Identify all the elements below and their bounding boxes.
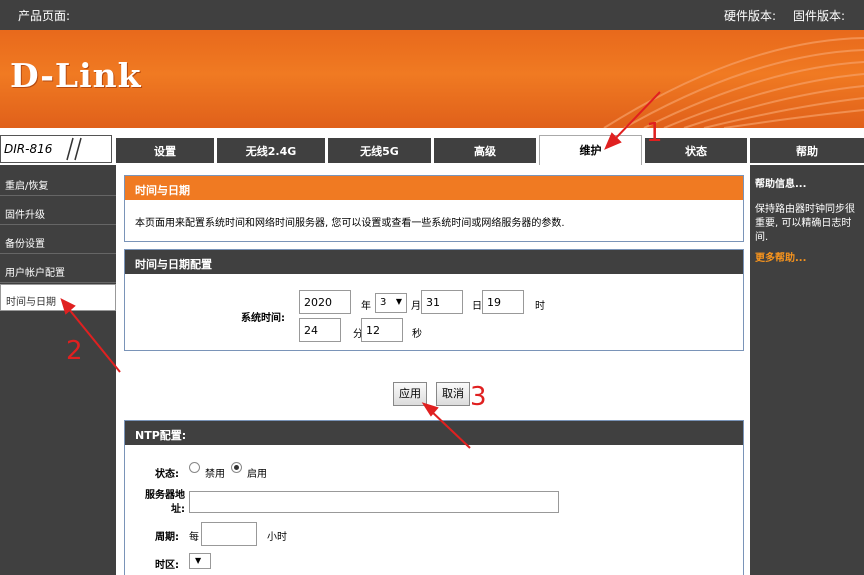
annotation-1: 1 — [646, 118, 663, 148]
top-bar: 产品页面: 硬件版本: 固件版本: — [0, 0, 864, 30]
tab-wireless-5g[interactable]: 无线5G — [328, 138, 431, 165]
hour-input[interactable] — [482, 290, 524, 314]
month-value: 3 — [380, 297, 387, 308]
year-input[interactable] — [299, 290, 351, 314]
dropdown-arrow-icon: ▼ — [195, 556, 202, 565]
dropdown-arrow-icon: ▼ — [395, 297, 402, 306]
radio-dot-icon — [234, 465, 239, 470]
period-unit: 小时 — [267, 532, 287, 543]
sidebar-item-backup-settings[interactable]: 备份设置 — [0, 227, 116, 254]
model-badge: DIR-816 — [0, 135, 112, 163]
tab-help[interactable]: 帮助 — [750, 138, 864, 165]
disable-radio[interactable] — [189, 462, 200, 473]
annotation-3: 3 — [470, 382, 487, 412]
help-title: 帮助信息... — [755, 179, 807, 190]
ntp-panel: NTP配置: 状态: 禁用 启用 服务器地址: 周期: 每 小时 时区: ▼ — [124, 420, 744, 575]
slashes-icon — [66, 137, 82, 161]
hardware-version-label: 硬件版本: — [724, 9, 777, 23]
firmware-version-label: 固件版本: — [793, 9, 846, 23]
time-config-panel: 时间与日期配置 系统时间: 年 3 ▼ 月 日 时 分 秒 — [124, 249, 744, 351]
month-select[interactable]: 3 ▼ — [375, 293, 407, 313]
tab-wireless-24g[interactable]: 无线2.4G — [217, 138, 325, 165]
enable-label: 启用 — [247, 469, 267, 480]
second-input[interactable] — [361, 318, 403, 342]
time-config-title: 时间与日期配置 — [125, 250, 743, 274]
annotation-2: 2 — [66, 336, 83, 366]
disable-label: 禁用 — [205, 469, 225, 480]
sidebar-item-user-accounts[interactable]: 用户帐户配置 — [0, 256, 116, 283]
period-label: 周期: — [155, 532, 179, 543]
intro-title: 时间与日期 — [125, 176, 743, 200]
sidebar-item-reboot-restore[interactable]: 重启/恢复 — [0, 169, 116, 196]
more-help-link[interactable]: 更多帮助... — [755, 249, 806, 264]
hour-unit: 时 — [535, 301, 545, 312]
timezone-select[interactable]: ▼ — [189, 553, 211, 569]
help-column: 帮助信息... 保持路由器时钟同步很重要, 可以精确日志时间. 更多帮助... — [750, 165, 864, 575]
server-address-input[interactable] — [189, 491, 559, 513]
year-unit: 年 — [361, 301, 371, 312]
brand-banner: D-Link — [0, 30, 864, 128]
second-unit: 秒 — [412, 329, 422, 340]
banner-stripes — [603, 37, 864, 128]
day-unit: 日 — [472, 301, 482, 312]
minute-input[interactable] — [299, 318, 341, 342]
sidebar-item-firmware-upgrade[interactable]: 固件升级 — [0, 198, 116, 225]
day-input[interactable] — [421, 290, 463, 314]
month-unit: 月 — [411, 301, 421, 312]
model-name: DIR-816 — [4, 142, 53, 156]
tab-setup[interactable]: 设置 — [116, 138, 214, 165]
main-content: 时间与日期 本页面用来配置系统时间和网络时间服务器, 您可以设置或查看一些系统时… — [116, 165, 750, 575]
timezone-label: 时区: — [155, 560, 179, 571]
dlink-logo: D-Link — [10, 56, 142, 95]
system-time-label: 系统时间: — [241, 313, 285, 324]
sidebar-item-time-date[interactable]: 时间与日期 — [0, 284, 116, 311]
period-prefix: 每 — [189, 532, 199, 543]
cancel-button[interactable]: 取消 — [436, 382, 470, 406]
help-text: 保持路由器时钟同步很重要, 可以精确日志时间. — [755, 204, 855, 243]
enable-radio[interactable] — [231, 462, 242, 473]
ntp-status-label: 状态: — [155, 469, 179, 480]
tab-maintenance[interactable]: 维护 — [539, 135, 642, 165]
period-input[interactable] — [201, 522, 257, 546]
tab-advanced[interactable]: 高级 — [434, 138, 536, 165]
apply-button[interactable]: 应用 — [393, 382, 427, 406]
product-page-label: 产品页面: — [18, 9, 71, 23]
sidebar: 重启/恢复 固件升级 备份设置 用户帐户配置 时间与日期 — [0, 165, 116, 575]
server-address-label: 服务器地址: — [145, 490, 185, 515]
intro-panel: 时间与日期 本页面用来配置系统时间和网络时间服务器, 您可以设置或查看一些系统时… — [124, 175, 744, 242]
ntp-title: NTP配置: — [125, 421, 743, 445]
intro-text: 本页面用来配置系统时间和网络时间服务器, 您可以设置或查看一些系统时间或网络服务… — [135, 218, 565, 229]
